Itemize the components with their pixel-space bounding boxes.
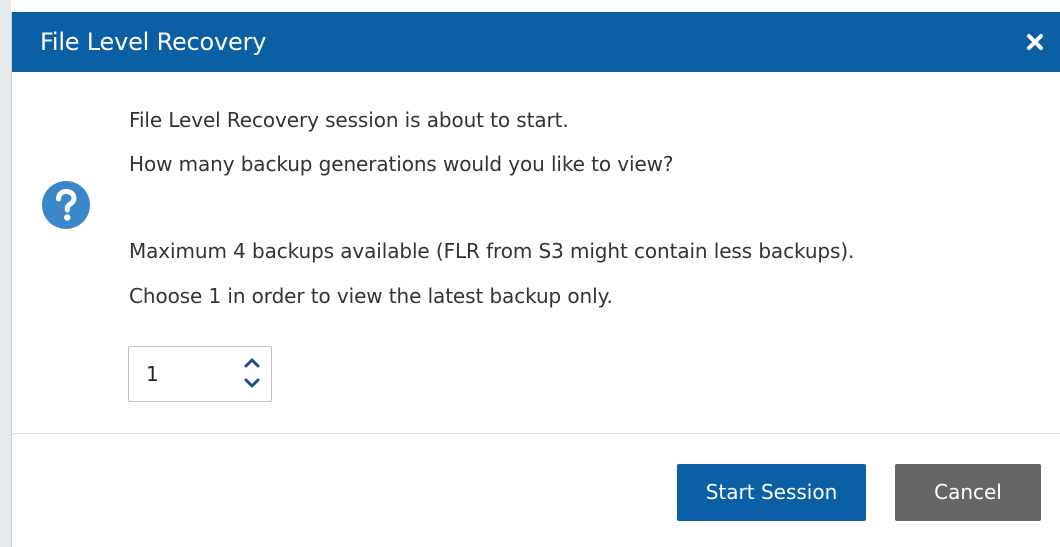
file-level-recovery-dialog: File Level Recovery File Level Recovery …: [11, 12, 1060, 547]
message-line-generations-question: How many backup generations would you li…: [129, 152, 674, 176]
cancel-button[interactable]: Cancel: [895, 464, 1041, 521]
dialog-title-bar: File Level Recovery: [12, 12, 1060, 72]
chevron-down-icon[interactable]: [241, 374, 263, 392]
message-line-choose-latest: Choose 1 in order to view the latest bac…: [129, 284, 613, 308]
generations-value[interactable]: 1: [146, 347, 159, 401]
close-icon: [1027, 34, 1043, 50]
footer-divider: [12, 433, 1060, 434]
close-button[interactable]: [1019, 26, 1051, 58]
dialog-title: File Level Recovery: [40, 28, 267, 56]
message-line-maximum-backups: Maximum 4 backups available (FLR from S3…: [129, 239, 855, 263]
generations-stepper[interactable]: 1: [128, 346, 272, 402]
start-session-button[interactable]: Start Session: [677, 464, 866, 521]
chevron-up-icon[interactable]: [241, 354, 263, 372]
background-page-edge: [0, 0, 11, 547]
question-icon: [42, 181, 90, 229]
message-line-session-start: File Level Recovery session is about to …: [129, 108, 569, 132]
